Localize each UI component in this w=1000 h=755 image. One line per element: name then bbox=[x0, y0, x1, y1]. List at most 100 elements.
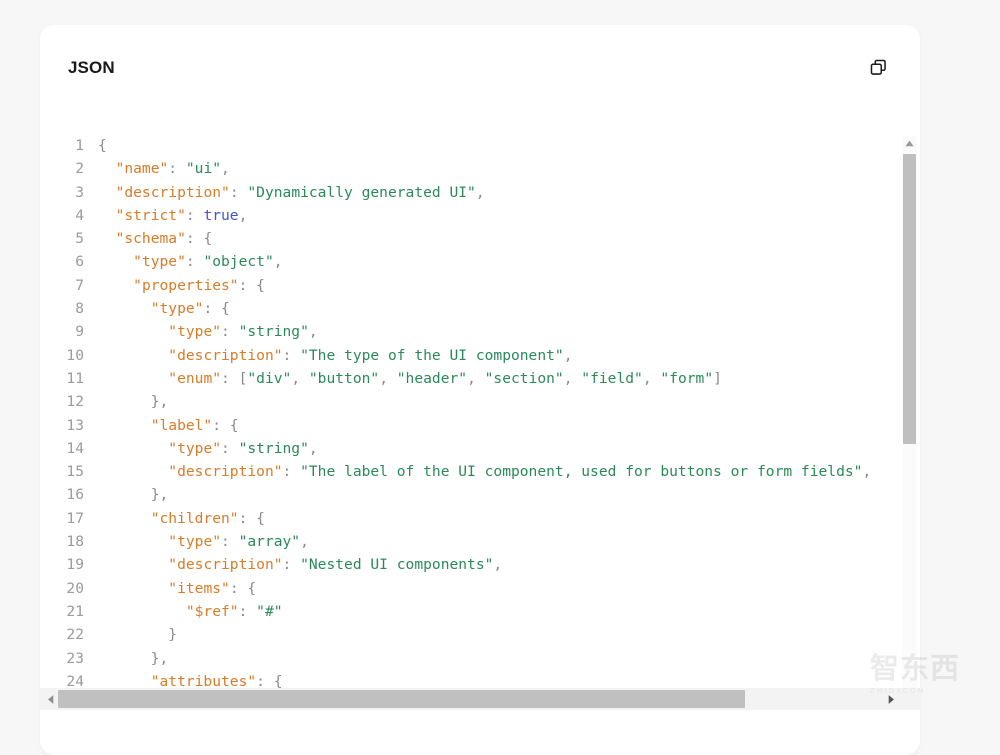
line-number: 13 bbox=[66, 416, 84, 434]
token-punc: : bbox=[185, 206, 204, 224]
token-punc bbox=[98, 277, 133, 294]
token-punc: : bbox=[238, 602, 257, 620]
token-punc bbox=[98, 160, 116, 177]
line-number: 7 bbox=[75, 276, 84, 294]
code-line: 1{ bbox=[40, 134, 871, 157]
token-punc bbox=[98, 184, 116, 201]
code-line: 21 "$ref": "#" bbox=[40, 600, 871, 623]
chevron-right-icon[interactable] bbox=[882, 688, 900, 710]
vertical-scrollbar[interactable] bbox=[902, 109, 917, 689]
line-content: }, bbox=[98, 483, 169, 506]
line-content: "description": "Nested UI components", bbox=[98, 553, 502, 576]
line-content: "children": { bbox=[98, 507, 265, 530]
token-punc: : [ bbox=[221, 369, 248, 387]
token-str: "The type of the UI component" bbox=[300, 346, 564, 364]
chevron-up-icon[interactable] bbox=[902, 136, 917, 151]
line-content: } bbox=[98, 623, 177, 646]
token-key: "name" bbox=[115, 160, 169, 178]
token-punc: } bbox=[98, 626, 178, 644]
token-punc: , bbox=[221, 160, 230, 178]
token-punc: , bbox=[308, 323, 318, 341]
token-punc: , bbox=[642, 369, 661, 387]
token-punc: : bbox=[185, 253, 204, 271]
card-header: JSON bbox=[40, 25, 920, 109]
code-line: 17 "children": { bbox=[40, 507, 871, 530]
vertical-scrollbar-thumb[interactable] bbox=[903, 154, 916, 444]
token-key: "properties" bbox=[133, 276, 239, 294]
token-punc bbox=[98, 300, 151, 317]
line-content: "strict": true, bbox=[98, 204, 248, 227]
token-punc: : { bbox=[238, 509, 265, 527]
code-line: 11 "enum": ["div", "button", "header", "… bbox=[40, 367, 871, 390]
code-line: 20 "items": { bbox=[40, 577, 871, 600]
token-str: "The label of the UI component, used for… bbox=[300, 463, 863, 481]
token-key: "items" bbox=[168, 579, 230, 597]
token-key: "type" bbox=[168, 533, 222, 551]
json-viewer-card: JSON 1{2 "name": "ui", 3 "description": "… bbox=[40, 25, 920, 755]
token-punc: , bbox=[563, 369, 582, 387]
line-content: "attributes": { bbox=[98, 670, 283, 689]
horizontal-scrollbar-thumb[interactable] bbox=[58, 690, 745, 708]
code-line: 7 "properties": { bbox=[40, 274, 871, 297]
token-str: "string" bbox=[238, 323, 309, 341]
token-punc: , bbox=[475, 183, 485, 201]
line-number: 22 bbox=[66, 626, 84, 644]
line-number: 2 bbox=[75, 160, 84, 178]
token-punc bbox=[98, 417, 151, 434]
line-content: "description": "The type of the UI compo… bbox=[98, 344, 573, 367]
line-number: 10 bbox=[66, 346, 84, 364]
token-key: "$ref" bbox=[185, 602, 239, 620]
token-punc: }, bbox=[98, 393, 169, 411]
line-number: 24 bbox=[66, 672, 84, 689]
token-punc: { bbox=[98, 137, 107, 154]
line-number: 23 bbox=[66, 649, 84, 667]
code-line: 24 "attributes": { bbox=[40, 670, 871, 689]
token-punc: , bbox=[563, 346, 573, 364]
line-content: "items": { bbox=[98, 577, 256, 600]
line-content: { bbox=[98, 134, 107, 157]
token-punc bbox=[98, 673, 151, 689]
token-punc: ] bbox=[713, 369, 722, 387]
line-number: 1 bbox=[75, 137, 84, 154]
token-str: "Dynamically generated UI" bbox=[247, 183, 476, 201]
line-content: "type": "string", bbox=[98, 320, 318, 343]
code-viewport[interactable]: 1{2 "name": "ui", 3 "description": "Dynam… bbox=[40, 109, 902, 689]
line-number: 21 bbox=[66, 602, 84, 620]
line-number: 20 bbox=[66, 579, 84, 597]
line-number: 9 bbox=[75, 323, 84, 341]
token-key: "description" bbox=[168, 556, 283, 574]
code-line: 3 "description": "Dynamically generated … bbox=[40, 181, 871, 204]
token-str: "Nested UI components" bbox=[300, 556, 494, 574]
token-str: "div" bbox=[247, 369, 292, 387]
token-str: "header" bbox=[396, 369, 468, 387]
token-punc: }, bbox=[98, 649, 169, 667]
token-punc: : bbox=[221, 533, 239, 551]
token-str: "array" bbox=[238, 533, 301, 551]
code-line: 6 "type": "object", bbox=[40, 250, 871, 273]
line-content: }, bbox=[98, 390, 169, 413]
code-line: 10 "description": "The type of the UI co… bbox=[40, 344, 871, 367]
token-key: "schema" bbox=[115, 230, 186, 248]
token-punc bbox=[98, 556, 168, 573]
token-key: "strict" bbox=[115, 206, 186, 224]
copy-icon[interactable] bbox=[865, 54, 891, 80]
code-line: 14 "type": "string", bbox=[40, 437, 871, 460]
line-content: "label": { bbox=[98, 414, 239, 437]
page-title: JSON bbox=[68, 57, 115, 77]
token-punc: }, bbox=[98, 486, 169, 504]
token-punc bbox=[98, 533, 168, 550]
line-content: "description": "The label of the UI comp… bbox=[98, 460, 871, 483]
line-number: 6 bbox=[75, 253, 84, 271]
token-key: "description" bbox=[115, 183, 230, 201]
line-number: 19 bbox=[66, 556, 84, 574]
token-punc: : { bbox=[229, 579, 257, 597]
code-line: 8 "type": { bbox=[40, 297, 871, 320]
token-punc bbox=[98, 463, 168, 480]
horizontal-scrollbar[interactable] bbox=[40, 688, 920, 710]
line-number: 11 bbox=[66, 369, 84, 387]
code-line: 16 }, bbox=[40, 483, 871, 506]
code-line: 18 "type": "array", bbox=[40, 530, 871, 553]
token-punc: , bbox=[862, 463, 872, 481]
token-punc: , bbox=[238, 206, 248, 224]
token-punc: , bbox=[379, 369, 397, 387]
